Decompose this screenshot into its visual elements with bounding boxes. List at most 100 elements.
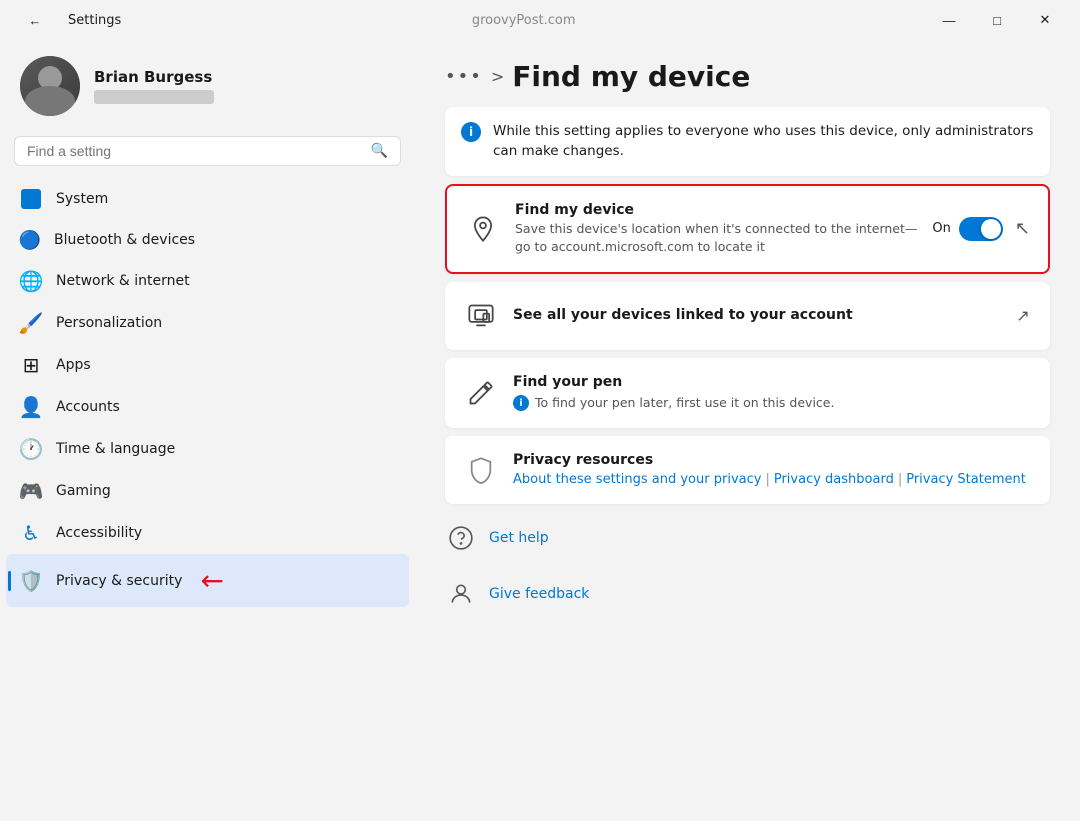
nav-list: System 🔵 Bluetooth & devices 🌐 Network &… (0, 178, 415, 607)
search-input[interactable] (27, 143, 363, 159)
privacy-icon: 🛡️ (20, 570, 42, 592)
sidebar-item-label: Personalization (56, 315, 162, 331)
avatar-image (20, 56, 80, 116)
find-my-device-controls: On ↖ (932, 217, 1030, 241)
system-icon (20, 188, 42, 210)
find-pen-desc: To find your pen later, first use it on … (535, 394, 834, 412)
breadcrumb: ••• > Find my device (445, 60, 1050, 93)
see-devices-card[interactable]: See all your devices linked to your acco… (445, 282, 1050, 350)
sidebar-item-label: Apps (56, 357, 91, 373)
bottom-links: Get help Give feedback (445, 514, 1050, 618)
find-my-device-content: Find my device Save this device's locati… (515, 202, 918, 256)
get-help-link[interactable]: Get help (489, 530, 549, 546)
titlebar: ← Settings groovyPost.com — □ ✕ (0, 0, 1080, 40)
personalization-icon: 🖌️ (20, 312, 42, 334)
give-feedback-link[interactable]: Give feedback (489, 586, 589, 602)
get-help-row: Get help (445, 514, 1050, 562)
bluetooth-icon: 🔵 (20, 230, 40, 250)
breadcrumb-dots[interactable]: ••• (445, 66, 483, 87)
app-title: Settings (68, 13, 121, 28)
find-my-device-toggle[interactable] (959, 217, 1003, 241)
avatar (20, 56, 80, 116)
sidebar-item-personalization[interactable]: 🖌️ Personalization (6, 302, 409, 344)
maximize-button[interactable]: □ (974, 4, 1020, 36)
sidebar-item-label: System (56, 191, 108, 207)
find-my-device-card: Find my device Save this device's locati… (445, 184, 1050, 274)
privacy-resources-title: Privacy resources (513, 452, 1032, 468)
gaming-icon: 🎮 (20, 480, 42, 502)
search-box[interactable]: 🔍 (14, 136, 401, 166)
toggle-on-label: On (932, 221, 950, 236)
profile-section: Brian Burgess (0, 40, 415, 136)
profile-name: Brian Burgess (94, 68, 214, 86)
accessibility-icon: ♿ (20, 522, 42, 544)
info-icon: i (461, 122, 481, 142)
close-button[interactable]: ✕ (1022, 4, 1068, 36)
find-my-device-desc: Save this device's location when it's co… (515, 220, 918, 256)
privacy-link-about[interactable]: About these settings and your privacy (513, 472, 761, 487)
get-help-icon (445, 522, 477, 554)
cursor-icon: ↖ (1015, 218, 1030, 239)
find-my-device-icon (465, 211, 501, 247)
privacy-resources-icon (463, 452, 499, 488)
time-icon: 🕐 (20, 438, 42, 460)
network-icon: 🌐 (20, 270, 42, 292)
privacy-resources-content: Privacy resources About these settings a… (513, 452, 1032, 487)
accounts-icon: 👤 (20, 396, 42, 418)
give-feedback-row: Give feedback (445, 570, 1050, 618)
content-area: ••• > Find my device i While this settin… (415, 40, 1080, 821)
apps-icon: ⊞ (20, 354, 42, 376)
pen-info-icon: i (513, 395, 529, 411)
privacy-link-dashboard[interactable]: Privacy dashboard (774, 472, 894, 487)
find-my-device-row: Find my device Save this device's locati… (447, 186, 1048, 272)
page-title: Find my device (512, 60, 750, 93)
sidebar-item-gaming[interactable]: 🎮 Gaming (6, 470, 409, 512)
sidebar-item-label: Network & internet (56, 273, 190, 289)
privacy-sep-1: | (765, 472, 769, 487)
see-devices-title: See all your devices linked to your acco… (513, 307, 1000, 323)
sidebar-item-label: Gaming (56, 483, 111, 499)
sidebar-item-accounts[interactable]: 👤 Accounts (6, 386, 409, 428)
sidebar-item-privacy[interactable]: 🛡️ Privacy & security ← (6, 554, 409, 607)
breadcrumb-separator: > (491, 67, 504, 86)
privacy-sep-2: | (898, 472, 902, 487)
sidebar-item-label: Accounts (56, 399, 120, 415)
profile-info: Brian Burgess (94, 68, 214, 104)
sidebar-item-time[interactable]: 🕐 Time & language (6, 428, 409, 470)
search-icon: 🔍 (371, 143, 388, 159)
profile-subtitle (94, 90, 214, 104)
sidebar-item-bluetooth[interactable]: 🔵 Bluetooth & devices (6, 220, 409, 260)
privacy-links: About these settings and your privacy | … (513, 472, 1032, 487)
find-my-device-title: Find my device (515, 202, 918, 218)
see-devices-row[interactable]: See all your devices linked to your acco… (445, 282, 1050, 350)
info-banner: i While this setting applies to everyone… (445, 107, 1050, 176)
find-pen-content: Find your pen i To find your pen later, … (513, 374, 1032, 412)
privacy-resources-row: Privacy resources About these settings a… (445, 436, 1050, 504)
give-feedback-icon (445, 578, 477, 610)
sidebar-item-accessibility[interactable]: ♿ Accessibility (6, 512, 409, 554)
find-pen-card: Find your pen i To find your pen later, … (445, 358, 1050, 428)
sidebar-item-label: Privacy & security (56, 573, 182, 589)
window-controls: — □ ✕ (926, 4, 1068, 36)
info-text: While this setting applies to everyone w… (493, 121, 1034, 162)
external-link-icon: ↗ (1014, 307, 1032, 325)
sidebar-item-label: Bluetooth & devices (54, 232, 195, 248)
see-devices-icon (463, 298, 499, 334)
find-pen-icon (463, 375, 499, 411)
find-pen-row: Find your pen i To find your pen later, … (445, 358, 1050, 428)
privacy-link-statement[interactable]: Privacy Statement (906, 472, 1026, 487)
find-pen-title: Find your pen (513, 374, 1032, 390)
titlebar-left: ← Settings (12, 4, 121, 36)
privacy-resources-card: Privacy resources About these settings a… (445, 436, 1050, 504)
sidebar-item-system[interactable]: System (6, 178, 409, 220)
back-button[interactable]: ← (12, 4, 58, 36)
sidebar: Brian Burgess 🔍 System 🔵 Bluetooth & dev… (0, 40, 415, 821)
sidebar-item-label: Accessibility (56, 525, 142, 541)
sidebar-item-network[interactable]: 🌐 Network & internet (6, 260, 409, 302)
sidebar-item-apps[interactable]: ⊞ Apps (6, 344, 409, 386)
watermark: groovyPost.com (121, 13, 926, 28)
minimize-button[interactable]: — (926, 4, 972, 36)
sidebar-item-label: Time & language (56, 441, 175, 457)
app-body: Brian Burgess 🔍 System 🔵 Bluetooth & dev… (0, 40, 1080, 821)
red-arrow-indicator: ← (200, 564, 223, 597)
